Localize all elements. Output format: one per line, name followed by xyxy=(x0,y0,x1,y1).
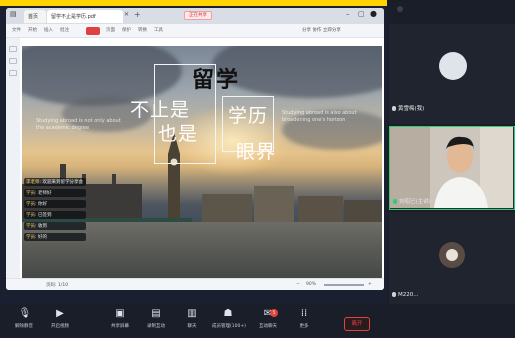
chat-message: 学员: 好的 xyxy=(24,233,86,241)
meeting-window: ▤ 首页 留学不止是学历.pdf ✕ + 正在共享 – ▢ ● 文件 开始 插入… xyxy=(0,0,515,338)
zoom-slider[interactable] xyxy=(324,284,364,286)
new-tab-icon[interactable]: + xyxy=(134,10,141,19)
share-screen-button[interactable]: ▣ 共享屏幕 xyxy=(104,308,136,336)
toolbar-share-group[interactable]: 分享 协作 立即分享 xyxy=(302,27,341,33)
chat-icon: ▥ xyxy=(187,308,197,319)
toolbar-item-file[interactable]: 文件 xyxy=(12,27,21,33)
toolbar-highlight-button[interactable] xyxy=(86,27,100,35)
tab-home[interactable]: 首页 xyxy=(24,10,46,23)
members-button[interactable]: ☗ 成员管理(100+) xyxy=(212,308,246,336)
unmute-button[interactable]: 🎙 解除静音 xyxy=(8,308,40,336)
members-icon: ☗ xyxy=(223,308,233,319)
share-screen-icon: ▣ xyxy=(115,308,125,319)
chat-message: 学员: 你好 xyxy=(24,200,86,208)
slide-en-right-1: Studying abroad is also about xyxy=(282,110,357,116)
slide-title: 留学 xyxy=(192,67,241,93)
slide-right-line-2: 眼界 xyxy=(236,141,277,163)
toolbar-item-protect[interactable]: 保护 xyxy=(122,27,131,33)
outline-icon[interactable] xyxy=(9,70,17,76)
default-avatar-icon xyxy=(439,52,467,80)
document-statusbar: 页码: 1/10 − 90% + xyxy=(6,278,384,290)
video-icon: ▶ xyxy=(56,308,64,319)
toolbar-item-insert[interactable]: 插入 xyxy=(44,27,53,33)
participants-panel: 黄雪梅(我) 刘昭已(主讲) M220... xyxy=(387,0,515,338)
toolbar-item-convert[interactable]: 转换 xyxy=(138,27,147,33)
participant-tile[interactable]: 黄雪梅(我) xyxy=(389,24,515,124)
slide-en-left-2: the academic degree xyxy=(36,125,90,131)
meeting-toolbar: 🎙 解除静音 ▶ 开启视频 ▣ 共享屏幕 ▤ 录制互动 ▥ 聊天 ☗ 成员管理(… xyxy=(0,304,387,338)
toolbar-item-tools[interactable]: 工具 xyxy=(154,27,163,33)
zoom-in-icon[interactable]: + xyxy=(368,282,372,287)
bookmark-icon[interactable] xyxy=(9,58,17,64)
mic-muted-icon xyxy=(392,292,396,297)
participant-name: M220... xyxy=(392,292,419,298)
mic-icon: 🎙 xyxy=(18,308,32,319)
slide-right-line-1: 学历 xyxy=(228,105,269,127)
leave-meeting-button[interactable]: 离开 xyxy=(344,317,370,331)
start-video-button[interactable]: ▶ 开启视频 xyxy=(44,308,76,336)
record-icon: ▤ xyxy=(151,308,161,319)
interactive-chat-button[interactable]: ✉ 互动聊天 xyxy=(252,308,284,336)
tab-close-icon[interactable]: ✕ xyxy=(124,11,129,18)
zoom-level[interactable]: 90% xyxy=(306,282,316,287)
tab-document[interactable]: 留学不止是学历.pdf xyxy=(47,10,123,23)
shared-screen: ▤ 首页 留学不止是学历.pdf ✕ + 正在共享 – ▢ ● 文件 开始 插入… xyxy=(6,8,384,290)
minimize-icon[interactable]: – xyxy=(346,10,350,18)
toolbar-item-page[interactable]: 页面 xyxy=(106,27,115,33)
thumbnail-strip xyxy=(6,38,20,278)
sharing-status-badge: 正在共享 xyxy=(184,11,212,20)
slide-en-right-2: broadening one's horizon xyxy=(282,117,346,123)
app-menu-icon[interactable]: ▤ xyxy=(10,10,17,18)
record-button[interactable]: ▤ 录制互动 xyxy=(140,308,172,336)
thumbnail-icon[interactable] xyxy=(9,46,17,52)
chat-message: 李老师: 欢迎来到留学分享会 xyxy=(24,178,86,186)
toolbar-item-home[interactable]: 开始 xyxy=(28,27,37,33)
chat-button[interactable]: ▥ 聊天 xyxy=(176,308,208,336)
mic-muted-icon xyxy=(392,106,396,111)
slide-left-line-1: 不止是 xyxy=(130,99,191,121)
panel-status-dot xyxy=(397,6,403,12)
participant-name: 黄雪梅(我) xyxy=(392,104,424,112)
maximize-icon[interactable]: ▢ xyxy=(358,10,365,18)
mic-active-icon xyxy=(393,199,397,204)
chat-message: 学员: 收到 xyxy=(24,222,86,230)
presenter-video xyxy=(390,127,513,208)
participant-name: 刘昭已(主讲) xyxy=(393,197,431,205)
participant-tile-speaking[interactable]: 刘昭已(主讲) xyxy=(389,126,515,210)
page-indicator: 页码: 1/10 xyxy=(46,283,69,288)
chat-message: 学员: 老师好 xyxy=(24,189,86,197)
toolbar-item-comment[interactable]: 批注 xyxy=(60,27,69,33)
zoom-out-icon[interactable]: − xyxy=(296,282,300,287)
slide-left-line-2: 也是 xyxy=(158,123,199,145)
participant-tile[interactable]: M220... xyxy=(389,212,515,304)
chat-overlay: 李老师: 欢迎来到留学分享会 学员: 老师好 学员: 你好 学员: 已签到 学员… xyxy=(24,178,86,274)
close-window-icon[interactable]: ● xyxy=(370,9,377,18)
more-icon: ⁞⁞ xyxy=(300,308,308,319)
more-button[interactable]: ⁞⁞ 更多 xyxy=(288,308,320,336)
slide-en-left-1: Studying abroad is not only about xyxy=(36,118,121,124)
avatar-face xyxy=(446,249,458,261)
chat-unread-badge: 5 xyxy=(270,309,278,317)
chat-message: 学员: 已签到 xyxy=(24,211,86,219)
browser-tabbar: ▤ 首页 留学不止是学历.pdf ✕ + 正在共享 – ▢ ● xyxy=(6,8,384,24)
app-toolbar: 文件 开始 插入 批注 页面 保护 转换 工具 分享 协作 立即分享 xyxy=(6,24,384,38)
